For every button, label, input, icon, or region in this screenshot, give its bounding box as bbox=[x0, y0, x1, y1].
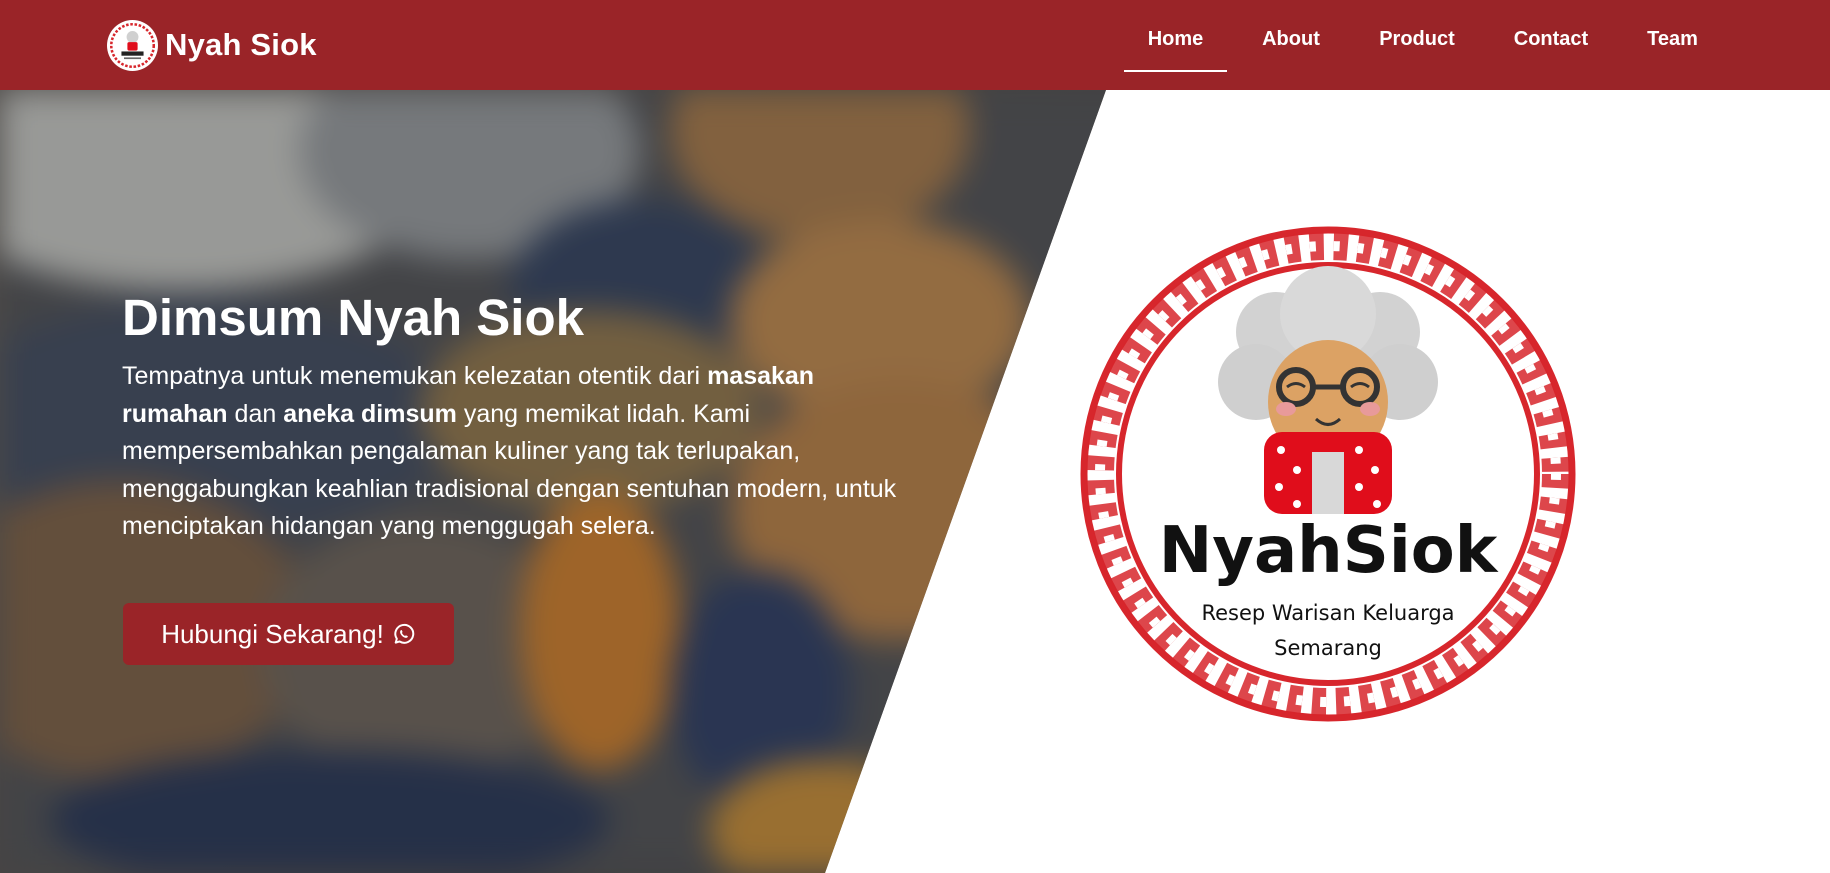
brand-link[interactable]: Nyah Siok bbox=[107, 19, 317, 71]
contact-now-button[interactable]: Hubungi Sekarang! bbox=[123, 603, 454, 665]
nav-product[interactable]: Product bbox=[1363, 28, 1471, 62]
hero-description: Tempatnya untuk menemukan kelezatan oten… bbox=[122, 358, 902, 546]
whatsapp-icon bbox=[394, 623, 414, 644]
nav-team[interactable]: Team bbox=[1630, 28, 1715, 62]
logo-city: Semarang bbox=[1274, 636, 1382, 660]
logo-tagline: Resep Warisan Keluarga bbox=[1201, 601, 1454, 625]
nav-contact[interactable]: Contact bbox=[1500, 28, 1602, 62]
brand-logo-icon bbox=[107, 19, 158, 71]
hero-desc-text-1: Tempatnya untuk menemukan kelezatan oten… bbox=[122, 362, 708, 390]
contact-now-label: Hubungi Sekarang! bbox=[161, 618, 384, 649]
nav-home[interactable]: Home bbox=[1124, 28, 1227, 72]
logo-brand-name: NyahSiok bbox=[1159, 514, 1499, 588]
hero-desc-text-2: dan bbox=[227, 399, 284, 428]
brand-name: Nyah Siok bbox=[165, 27, 317, 62]
nyah-siok-logo: NyahSiok Resep Warisan Keluarga Semarang bbox=[1080, 226, 1576, 722]
navbar: Nyah Siok Home About Product Contact Tea… bbox=[0, 0, 1830, 90]
nav-about[interactable]: About bbox=[1248, 28, 1334, 62]
hero-title: Dimsum Nyah Siok bbox=[122, 289, 584, 346]
hero-desc-bold-2: aneka dimsum bbox=[283, 399, 457, 428]
